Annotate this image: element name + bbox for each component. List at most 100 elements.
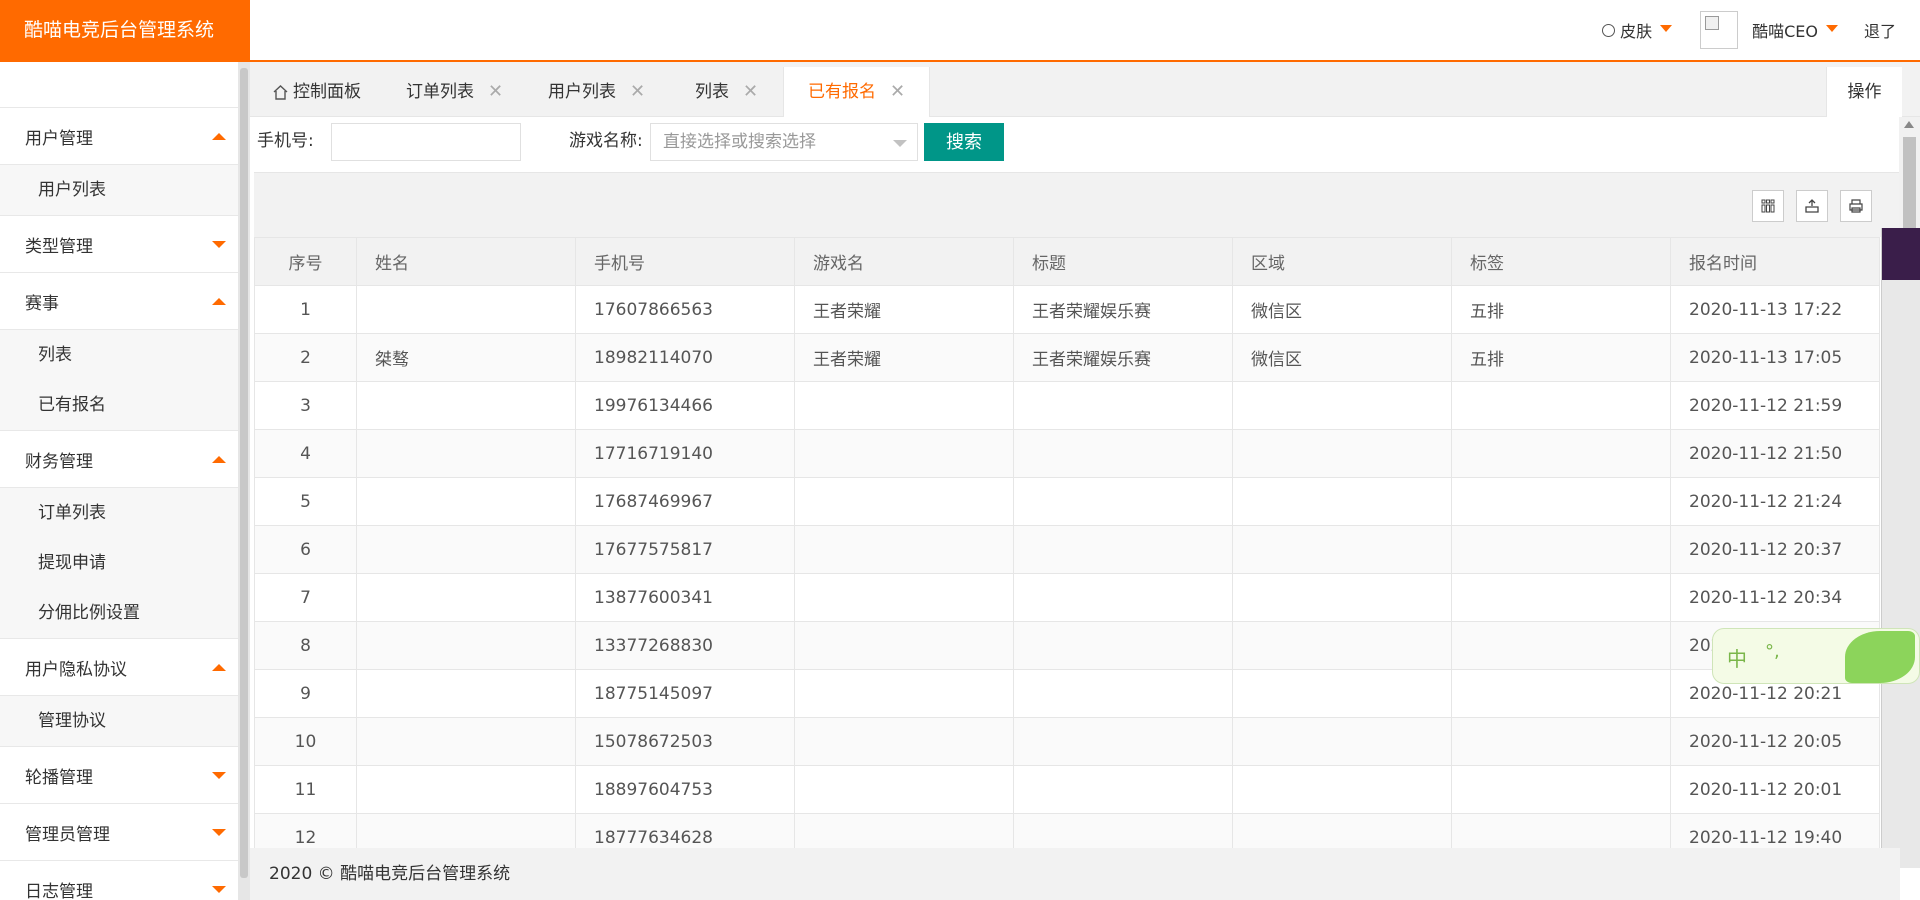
sidebar-submenu: 用户列表	[0, 164, 238, 215]
table-row[interactable]: 7 13877600341 2020-11-12 20:34	[254, 573, 1880, 622]
table-cell	[1232, 429, 1452, 478]
footer: 2020 © 酷喵电竞后台管理系统	[250, 848, 1900, 900]
sidebar-group-title[interactable]: 用户隐私协议	[0, 639, 238, 695]
sidebar-scroll-thumb[interactable]	[240, 68, 248, 878]
table-cell: 王者荣耀娱乐赛	[1013, 285, 1233, 334]
tab-bar: 控制面板 订单列表 ✕ 用户列表 ✕ 列表 ✕ 已有报名 ✕ 操作	[250, 62, 1920, 117]
table-row[interactable]: 11 18897604753 2020-11-12 20:01	[254, 765, 1880, 814]
table-row[interactable]: 8 13377268830 202	[254, 621, 1880, 670]
tab-list[interactable]: 列表 ✕	[695, 67, 758, 117]
table-cell: 王者荣耀娱乐赛	[1013, 333, 1233, 382]
table-cell	[1451, 477, 1671, 526]
table-cell	[1013, 525, 1233, 574]
table-row[interactable]: 2 桀骜 18982114070 王者荣耀 王者荣耀娱乐赛 微信区 五排 2020-11-13…	[254, 333, 1880, 382]
chevron-down-icon	[212, 885, 226, 893]
sidebar-item[interactable]: 订单列表	[0, 488, 238, 538]
sidebar-item[interactable]: 已有报名	[0, 380, 238, 430]
column-header[interactable]: 标题	[1013, 237, 1233, 286]
table-cell	[794, 381, 1014, 430]
export-button[interactable]	[1796, 190, 1828, 222]
table-row[interactable]: 4 17716719140 2020-11-12 21:50	[254, 429, 1880, 478]
table-cell: 17677575817	[575, 525, 795, 574]
operations-button[interactable]: 操作	[1826, 67, 1902, 117]
sidebar-item[interactable]: 提现申请	[0, 538, 238, 588]
columns-filter-button[interactable]	[1752, 190, 1784, 222]
table-cell	[794, 429, 1014, 478]
sidebar-group-title[interactable]: 管理员管理	[0, 804, 238, 860]
logout-link[interactable]: 退了	[1864, 18, 1896, 42]
table-cell: 13377268830	[575, 621, 795, 670]
sidebar-group-title[interactable]: 日志管理	[0, 861, 238, 900]
tab-label: 用户列表	[548, 82, 616, 102]
sidebar-item[interactable]: 管理协议	[0, 696, 238, 746]
table-row[interactable]: 1 17607866563 王者荣耀 王者荣耀娱乐赛 微信区 五排 2020-11-13 1…	[254, 285, 1880, 334]
close-icon[interactable]: ✕	[630, 81, 645, 102]
table-header-row: 序号 姓名 手机号 游戏名 标题 区域 标签 报名时间	[254, 237, 1880, 286]
sidebar-group-title[interactable]: 财务管理	[0, 431, 238, 487]
table-cell: 19976134466	[575, 381, 795, 430]
table-cell	[1232, 765, 1452, 814]
sidebar-group-label: 赛事	[25, 293, 59, 314]
column-header[interactable]: 游戏名	[794, 237, 1014, 286]
column-header[interactable]: 手机号	[575, 237, 795, 286]
avatar[interactable]	[1700, 11, 1739, 49]
table-cell: 18775145097	[575, 669, 795, 718]
chevron-up-icon	[212, 297, 226, 305]
table-row[interactable]: 5 17687469967 2020-11-12 21:24	[254, 477, 1880, 526]
table-cell: 王者荣耀	[794, 333, 1014, 382]
table-cell: 2020-11-13 17:05	[1670, 333, 1880, 382]
ime-mode-label: 中	[1727, 647, 1747, 671]
table-row[interactable]: 10 15078672503 2020-11-12 20:05	[254, 717, 1880, 766]
chevron-up-icon	[212, 663, 226, 671]
sidebar-group-label: 用户隐私协议	[25, 659, 127, 680]
sidebar-group-title[interactable]: 赛事	[0, 273, 238, 329]
phone-input[interactable]	[331, 123, 521, 161]
sidebar-group: 赛事列表 已有报名	[0, 272, 238, 430]
table-cell: 9	[254, 669, 357, 718]
sidebar-item[interactable]: 用户列表	[0, 165, 238, 215]
floating-side-widget[interactable]	[1881, 228, 1920, 868]
scroll-up-icon[interactable]	[1904, 121, 1914, 128]
table-cell: 11	[254, 765, 357, 814]
sidebar-item[interactable]: 列表	[0, 330, 238, 380]
tab-registered[interactable]: 已有报名 ✕	[783, 67, 931, 117]
user-menu[interactable]: 酷喵CEO	[1752, 18, 1838, 42]
tab-dashboard[interactable]: 控制面板	[272, 67, 361, 117]
print-button[interactable]	[1840, 190, 1872, 222]
sidebar-scrollbar[interactable]	[238, 62, 250, 900]
sidebar-item[interactable]: 分佣比例设置	[0, 588, 238, 638]
table-row[interactable]: 6 17677575817 2020-11-12 20:37	[254, 525, 1880, 574]
ime-punct-label: °,	[1765, 641, 1780, 662]
ime-toolbar[interactable]: 中 °,	[1712, 628, 1920, 684]
close-icon[interactable]: ✕	[890, 81, 905, 102]
close-icon[interactable]: ✕	[488, 81, 503, 102]
table-cell	[1232, 573, 1452, 622]
table-cell: 13877600341	[575, 573, 795, 622]
tab-users[interactable]: 用户列表 ✕	[548, 67, 645, 117]
sidebar-group-title[interactable]: 用户管理	[0, 108, 238, 164]
table-cell: 2020-11-12 21:59	[1670, 381, 1880, 430]
tab-label: 订单列表	[406, 82, 474, 102]
table-row[interactable]: 12 18777634628 2020-11-12 19:40	[254, 813, 1880, 848]
search-button[interactable]: 搜索	[924, 123, 1004, 161]
sidebar-group-title[interactable]: 轮播管理	[0, 747, 238, 803]
column-header[interactable]: 区域	[1232, 237, 1452, 286]
game-select[interactable]: 直接选择或搜索选择	[650, 123, 918, 161]
table-row[interactable]: 9 18775145097 2020-11-12 20:21	[254, 669, 1880, 718]
close-icon[interactable]: ✕	[743, 81, 758, 102]
tab-orders[interactable]: 订单列表 ✕	[406, 67, 503, 117]
column-header[interactable]: 报名时间	[1670, 237, 1880, 286]
sidebar-group-title[interactable]: 类型管理	[0, 216, 238, 272]
game-label: 游戏名称:	[569, 131, 643, 151]
table-cell	[356, 429, 576, 478]
table-cell: 10	[254, 717, 357, 766]
table-row[interactable]: 3 19976134466 2020-11-12 21:59	[254, 381, 1880, 430]
skin-menu[interactable]: 皮肤	[1602, 18, 1673, 42]
app-logo[interactable]: 酷喵电竞后台管理系统	[0, 0, 250, 62]
column-header[interactable]: 姓名	[356, 237, 576, 286]
sidebar-group-label: 类型管理	[25, 236, 93, 257]
table-cell	[794, 573, 1014, 622]
column-header[interactable]: 序号	[254, 237, 357, 286]
column-header[interactable]: 标签	[1451, 237, 1671, 286]
table-cell	[356, 477, 576, 526]
